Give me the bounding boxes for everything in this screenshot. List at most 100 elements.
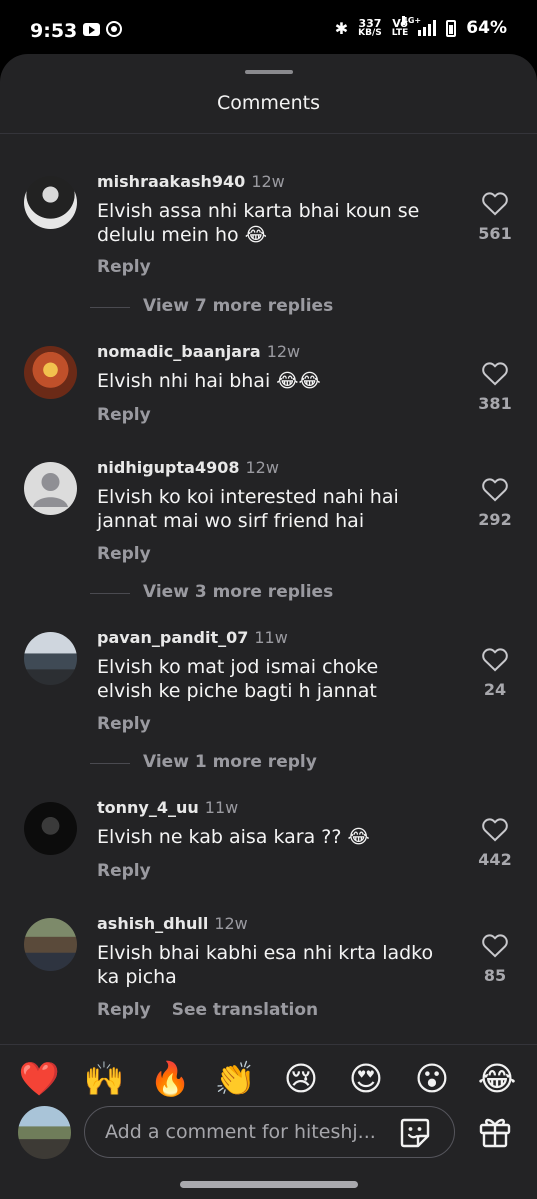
comment-time: 12w — [251, 172, 285, 191]
comment-header: tonny_4_uu 11w — [97, 798, 238, 817]
divider — [0, 1044, 537, 1045]
view-replies-label[interactable]: View 3 more replies — [143, 582, 333, 602]
comment-actions: Reply — [97, 405, 172, 425]
view-replies-label[interactable]: View 7 more replies — [143, 296, 333, 316]
reply-button[interactable]: Reply — [97, 544, 151, 564]
replies-line — [90, 593, 130, 594]
avatar[interactable] — [24, 802, 77, 855]
default-avatar-icon — [33, 473, 68, 507]
net-speed-unit: KB/S — [358, 28, 382, 38]
comment-header: nidhigupta4908 12w — [97, 458, 279, 477]
like-button[interactable]: 24 — [470, 646, 520, 699]
comment-input[interactable]: Add a comment for hiteshj... — [84, 1106, 455, 1158]
like-count: 442 — [478, 850, 512, 869]
like-button[interactable]: 292 — [470, 476, 520, 529]
avatar[interactable] — [24, 346, 77, 399]
comment-text: Elvish ko koi interested nahi hai jannat… — [97, 486, 399, 532]
emoji-quick-bar: ❤️ 🙌 🔥 👏 😢 😍 😮 😂 — [0, 1057, 537, 1101]
like-button[interactable]: 442 — [470, 816, 520, 869]
comment-time: 12w — [214, 914, 248, 933]
like-button[interactable]: 381 — [470, 360, 520, 413]
heart-icon[interactable] — [481, 476, 509, 502]
like-count: 381 — [478, 394, 512, 413]
comment-text: Elvish nhi hai bhai 😂😂 — [97, 370, 321, 392]
sheet-title: Comments — [217, 92, 320, 114]
comments-sheet: Comments mishraakash940 12w Elvish assa n… — [0, 54, 537, 1199]
comment-actions: Reply — [97, 544, 172, 564]
bluetooth-icon: ✱ — [334, 18, 349, 38]
heart-icon[interactable] — [481, 816, 509, 842]
like-count: 561 — [478, 224, 512, 243]
view-replies-label[interactable]: View 1 more reply — [143, 752, 317, 772]
emoji-surprised[interactable]: 😮 — [410, 1057, 454, 1101]
emoji-laugh[interactable]: 😂 — [475, 1057, 519, 1101]
status-bar: 9:53 ✱ 337 KB/S Vo LTE 4G+ 64% — [0, 0, 537, 58]
current-user-avatar[interactable] — [18, 1106, 71, 1159]
emoji-heart-eyes[interactable]: 😍 — [344, 1057, 388, 1101]
reply-button[interactable]: Reply — [97, 405, 151, 425]
network-type: 4G+ — [402, 16, 422, 25]
avatar[interactable] — [24, 462, 77, 515]
net-speed: 337 KB/S — [358, 18, 382, 38]
like-button[interactable]: 85 — [470, 932, 520, 985]
comment-username[interactable]: tonny_4_uu — [97, 798, 199, 817]
comment-username[interactable]: nomadic_baanjara — [97, 342, 261, 361]
app-circle-icon — [106, 21, 122, 37]
heart-icon[interactable] — [481, 190, 509, 216]
comment-header: pavan_pandit_07 11w — [97, 628, 288, 647]
comment-header: ashish_dhull 12w — [97, 914, 248, 933]
signal-icon: 4G+ — [402, 16, 437, 36]
drag-handle[interactable] — [245, 70, 293, 74]
replies-line — [90, 307, 130, 308]
avatar[interactable] — [24, 176, 77, 229]
comment-text: Elvish ne kab aisa kara ?? 😂 — [97, 826, 370, 848]
emoji-cry[interactable]: 😢 — [279, 1057, 323, 1101]
comment-actions: Reply — [97, 861, 172, 881]
comment-username[interactable]: mishraakash940 — [97, 172, 245, 191]
avatar[interactable] — [24, 632, 77, 685]
reply-button[interactable]: Reply — [97, 1000, 151, 1020]
emoji-raised-hands[interactable]: 🙌 — [82, 1057, 126, 1101]
sticker-icon[interactable] — [398, 1116, 432, 1150]
comment-time: 12w — [266, 342, 301, 361]
view-more-replies[interactable]: View 1 more reply — [90, 752, 390, 776]
reply-button[interactable]: Reply — [97, 861, 151, 881]
like-button[interactable]: 561 — [470, 190, 520, 243]
comment-actions: Reply — [97, 257, 172, 277]
comment-actions: Reply See translation — [97, 1000, 339, 1020]
see-translation-button[interactable]: See translation — [172, 1000, 318, 1020]
like-count: 24 — [483, 680, 507, 699]
comment-time: 12w — [245, 458, 279, 477]
comment-time: 11w — [204, 798, 239, 817]
comment-text: Elvish assa nhi karta bhai koun se delul… — [97, 200, 420, 246]
comment-time: 11w — [254, 628, 288, 647]
view-more-replies[interactable]: View 7 more replies — [90, 296, 390, 320]
like-count: 292 — [478, 510, 512, 529]
replies-line — [90, 763, 130, 764]
comment-username[interactable]: nidhigupta4908 — [97, 458, 239, 477]
battery-percent: 64% — [466, 18, 507, 38]
emoji-fire[interactable]: 🔥 — [148, 1057, 192, 1101]
home-indicator[interactable] — [180, 1181, 358, 1188]
gift-icon[interactable] — [476, 1112, 514, 1150]
comment-input-placeholder: Add a comment for hiteshj... — [105, 1121, 376, 1143]
comment-header: nomadic_baanjara 12w — [97, 342, 300, 361]
status-time: 9:53 — [30, 20, 78, 42]
comment-text: Elvish ko mat jod ismai choke elvish ke … — [97, 656, 379, 702]
comment-actions: Reply — [97, 714, 172, 734]
reply-button[interactable]: Reply — [97, 714, 151, 734]
avatar[interactable] — [24, 918, 77, 971]
view-more-replies[interactable]: View 3 more replies — [90, 582, 390, 606]
divider — [0, 133, 537, 134]
comment-username[interactable]: pavan_pandit_07 — [97, 628, 248, 647]
heart-icon[interactable] — [481, 646, 509, 672]
comment-username[interactable]: ashish_dhull — [97, 914, 208, 933]
heart-icon[interactable] — [481, 360, 509, 386]
emoji-heart[interactable]: ❤️ — [17, 1057, 61, 1101]
battery-icon — [446, 19, 457, 37]
heart-icon[interactable] — [481, 932, 509, 958]
comment-text: Elvish bhai kabhi esa nhi krta ladko ka … — [97, 942, 434, 988]
reply-button[interactable]: Reply — [97, 257, 151, 277]
comment-header: mishraakash940 12w — [97, 172, 285, 191]
emoji-clap[interactable]: 👏 — [213, 1057, 257, 1101]
